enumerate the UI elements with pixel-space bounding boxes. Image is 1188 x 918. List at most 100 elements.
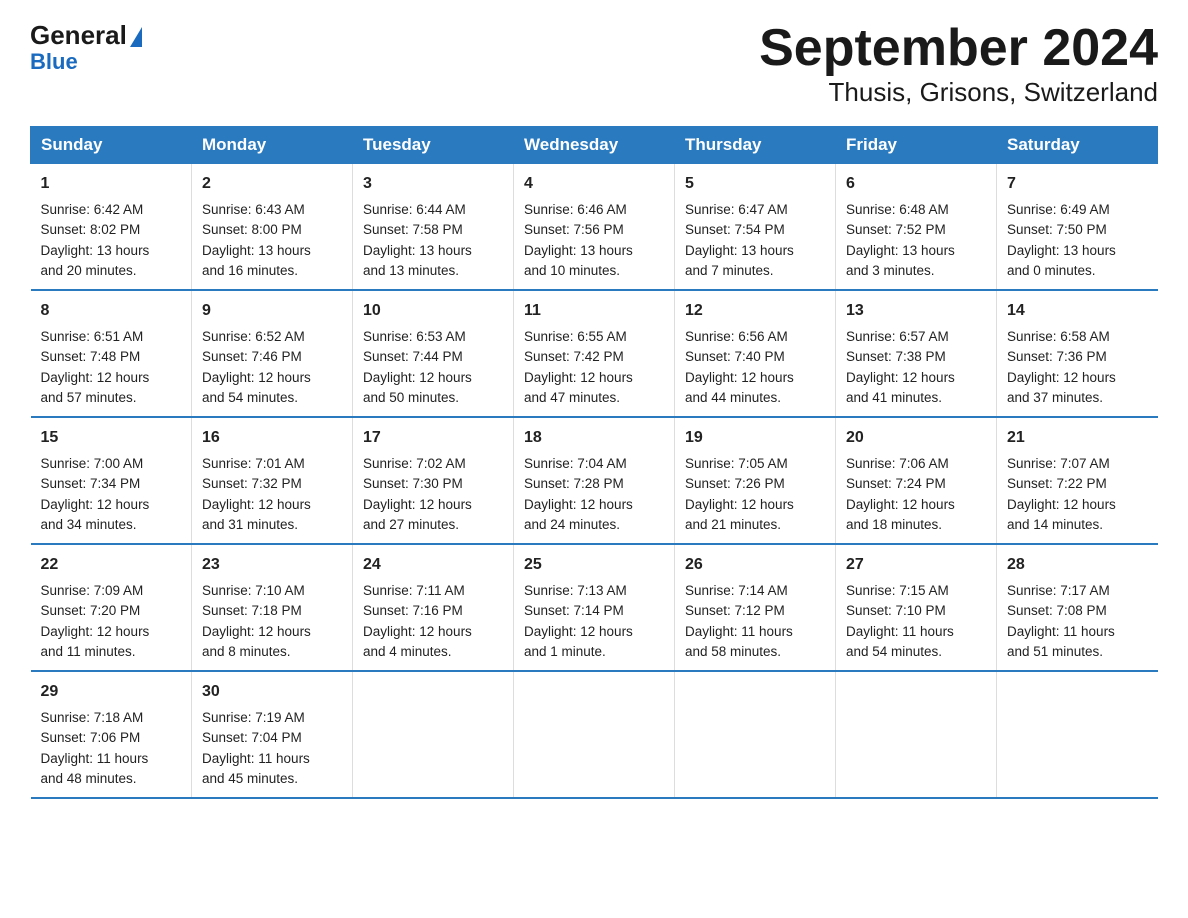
sunrise-line: Sunrise: 6:42 AM <box>41 202 144 217</box>
title-block: September 2024 Thusis, Grisons, Switzerl… <box>759 20 1158 108</box>
logo: General Blue <box>30 20 142 75</box>
day-number: 7 <box>1007 172 1148 196</box>
day-number: 20 <box>846 426 986 450</box>
header-sunday: Sunday <box>31 127 192 164</box>
sunrise-line: Sunrise: 6:47 AM <box>685 202 788 217</box>
calendar-cell: 5Sunrise: 6:47 AMSunset: 7:54 PMDaylight… <box>675 164 836 291</box>
calendar-cell: 30Sunrise: 7:19 AMSunset: 7:04 PMDayligh… <box>192 671 353 798</box>
sunrise-line: Sunrise: 7:19 AM <box>202 710 305 725</box>
sunrise-line: Sunrise: 7:17 AM <box>1007 583 1110 598</box>
calendar-cell: 22Sunrise: 7:09 AMSunset: 7:20 PMDayligh… <box>31 544 192 671</box>
day-number: 11 <box>524 299 664 323</box>
calendar-week-row: 8Sunrise: 6:51 AMSunset: 7:48 PMDaylight… <box>31 290 1158 417</box>
sunrise-line: Sunrise: 6:48 AM <box>846 202 949 217</box>
sunrise-line: Sunrise: 7:11 AM <box>363 583 465 598</box>
sunset-line: Sunset: 7:12 PM <box>685 603 785 618</box>
calendar-cell: 9Sunrise: 6:52 AMSunset: 7:46 PMDaylight… <box>192 290 353 417</box>
calendar-cell: 3Sunrise: 6:44 AMSunset: 7:58 PMDaylight… <box>353 164 514 291</box>
calendar-cell: 8Sunrise: 6:51 AMSunset: 7:48 PMDaylight… <box>31 290 192 417</box>
calendar-cell: 14Sunrise: 6:58 AMSunset: 7:36 PMDayligh… <box>997 290 1158 417</box>
sunset-line: Sunset: 7:56 PM <box>524 222 624 237</box>
sunrise-line: Sunrise: 7:00 AM <box>41 456 144 471</box>
sunset-line: Sunset: 7:42 PM <box>524 349 624 364</box>
calendar-title: September 2024 <box>759 20 1158 77</box>
day-number: 12 <box>685 299 825 323</box>
day-number: 13 <box>846 299 986 323</box>
day-number: 5 <box>685 172 825 196</box>
header-wednesday: Wednesday <box>514 127 675 164</box>
logo-blue-text: Blue <box>30 49 78 75</box>
calendar-cell: 15Sunrise: 7:00 AMSunset: 7:34 PMDayligh… <box>31 417 192 544</box>
calendar-cell: 6Sunrise: 6:48 AMSunset: 7:52 PMDaylight… <box>836 164 997 291</box>
sunset-line: Sunset: 7:36 PM <box>1007 349 1107 364</box>
sunset-line: Sunset: 8:02 PM <box>41 222 141 237</box>
logo-general-text: General <box>30 20 127 51</box>
calendar-cell: 28Sunrise: 7:17 AMSunset: 7:08 PMDayligh… <box>997 544 1158 671</box>
sunset-line: Sunset: 7:28 PM <box>524 476 624 491</box>
sunset-line: Sunset: 7:46 PM <box>202 349 302 364</box>
calendar-cell: 4Sunrise: 6:46 AMSunset: 7:56 PMDaylight… <box>514 164 675 291</box>
sunset-line: Sunset: 7:22 PM <box>1007 476 1107 491</box>
sunset-line: Sunset: 7:16 PM <box>363 603 463 618</box>
day-number: 18 <box>524 426 664 450</box>
calendar-week-row: 15Sunrise: 7:00 AMSunset: 7:34 PMDayligh… <box>31 417 1158 544</box>
sunset-line: Sunset: 7:32 PM <box>202 476 302 491</box>
calendar-subtitle: Thusis, Grisons, Switzerland <box>759 77 1158 108</box>
sunrise-line: Sunrise: 7:07 AM <box>1007 456 1110 471</box>
sunrise-line: Sunrise: 7:09 AM <box>41 583 144 598</box>
day-number: 15 <box>41 426 182 450</box>
sunrise-line: Sunrise: 6:56 AM <box>685 329 788 344</box>
sunrise-line: Sunrise: 7:13 AM <box>524 583 627 598</box>
calendar-cell: 20Sunrise: 7:06 AMSunset: 7:24 PMDayligh… <box>836 417 997 544</box>
day-number: 14 <box>1007 299 1148 323</box>
calendar-cell <box>514 671 675 798</box>
day-number: 10 <box>363 299 503 323</box>
calendar-cell: 11Sunrise: 6:55 AMSunset: 7:42 PMDayligh… <box>514 290 675 417</box>
sunrise-line: Sunrise: 7:18 AM <box>41 710 144 725</box>
sunrise-line: Sunrise: 6:58 AM <box>1007 329 1110 344</box>
sunset-line: Sunset: 7:06 PM <box>41 730 141 745</box>
calendar-table: Sunday Monday Tuesday Wednesday Thursday… <box>30 126 1158 799</box>
calendar-cell: 24Sunrise: 7:11 AMSunset: 7:16 PMDayligh… <box>353 544 514 671</box>
sunset-line: Sunset: 7:54 PM <box>685 222 785 237</box>
sunrise-line: Sunrise: 7:02 AM <box>363 456 466 471</box>
sunrise-line: Sunrise: 6:44 AM <box>363 202 466 217</box>
calendar-cell: 18Sunrise: 7:04 AMSunset: 7:28 PMDayligh… <box>514 417 675 544</box>
day-number: 17 <box>363 426 503 450</box>
calendar-cell: 12Sunrise: 6:56 AMSunset: 7:40 PMDayligh… <box>675 290 836 417</box>
calendar-week-row: 1Sunrise: 6:42 AMSunset: 8:02 PMDaylight… <box>31 164 1158 291</box>
calendar-header: Sunday Monday Tuesday Wednesday Thursday… <box>31 127 1158 164</box>
sunset-line: Sunset: 7:34 PM <box>41 476 141 491</box>
calendar-cell <box>353 671 514 798</box>
sunrise-line: Sunrise: 6:55 AM <box>524 329 627 344</box>
calendar-cell: 1Sunrise: 6:42 AMSunset: 8:02 PMDaylight… <box>31 164 192 291</box>
day-number: 3 <box>363 172 503 196</box>
calendar-cell: 21Sunrise: 7:07 AMSunset: 7:22 PMDayligh… <box>997 417 1158 544</box>
sunrise-line: Sunrise: 7:14 AM <box>685 583 788 598</box>
header-friday: Friday <box>836 127 997 164</box>
sunrise-line: Sunrise: 6:57 AM <box>846 329 949 344</box>
sunset-line: Sunset: 7:20 PM <box>41 603 141 618</box>
sunset-line: Sunset: 7:18 PM <box>202 603 302 618</box>
sunrise-line: Sunrise: 7:06 AM <box>846 456 949 471</box>
calendar-cell: 27Sunrise: 7:15 AMSunset: 7:10 PMDayligh… <box>836 544 997 671</box>
calendar-cell <box>997 671 1158 798</box>
sunset-line: Sunset: 7:58 PM <box>363 222 463 237</box>
calendar-cell: 23Sunrise: 7:10 AMSunset: 7:18 PMDayligh… <box>192 544 353 671</box>
calendar-cell: 17Sunrise: 7:02 AMSunset: 7:30 PMDayligh… <box>353 417 514 544</box>
calendar-cell <box>836 671 997 798</box>
sunset-line: Sunset: 7:14 PM <box>524 603 624 618</box>
sunset-line: Sunset: 8:00 PM <box>202 222 302 237</box>
calendar-cell <box>675 671 836 798</box>
sunset-line: Sunset: 7:24 PM <box>846 476 946 491</box>
calendar-cell: 16Sunrise: 7:01 AMSunset: 7:32 PMDayligh… <box>192 417 353 544</box>
header-monday: Monday <box>192 127 353 164</box>
day-number: 30 <box>202 680 342 704</box>
day-number: 16 <box>202 426 342 450</box>
calendar-cell: 2Sunrise: 6:43 AMSunset: 8:00 PMDaylight… <box>192 164 353 291</box>
day-number: 26 <box>685 553 825 577</box>
sunset-line: Sunset: 7:50 PM <box>1007 222 1107 237</box>
day-number: 2 <box>202 172 342 196</box>
day-number: 27 <box>846 553 986 577</box>
day-number: 8 <box>41 299 182 323</box>
